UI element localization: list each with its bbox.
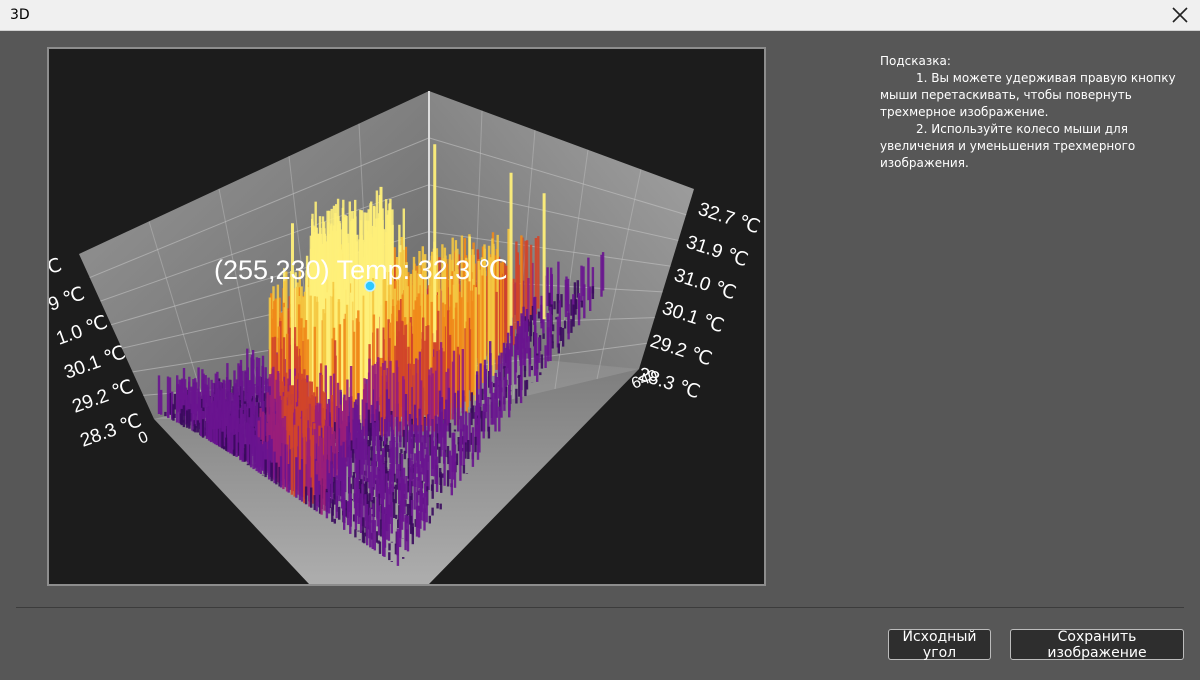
3d-plot-viewport[interactable]: 32.7 ℃ 31.9 ℃ 31.0 ℃ 30.1 ℃ 29.2 ℃ 28.3 ℃ ℃ 9 …	[47, 47, 766, 586]
hint-item-2: 2. Используйте колесо мыши для увеличени…	[880, 122, 1136, 170]
3d-surface-plot[interactable]: 32.7 ℃31.9 ℃31.0 ℃30.1 ℃29.2 ℃28.3 ℃ ℃9 …	[49, 49, 764, 584]
right-axis-label: 31.9 ℃	[683, 232, 750, 272]
left-axis-label: 9 ℃	[49, 283, 88, 315]
hint-heading: Подсказка:	[880, 54, 951, 68]
x-axis-min-label: 0	[136, 429, 151, 448]
close-icon	[1172, 7, 1188, 23]
right-axis-label: 31.0 ℃	[671, 265, 738, 305]
reset-angle-button[interactable]: Исходный угол	[888, 629, 991, 661]
hint-item-1: 1. Вы можете удерживая правую кнопку мыш…	[880, 71, 1176, 119]
tooltip-marker	[364, 280, 376, 292]
left-axis-label: 29.2 ℃	[70, 376, 137, 417]
close-button[interactable]	[1168, 3, 1192, 27]
tooltip-text: (255,230) Temp: 32.3 ℃	[214, 255, 508, 285]
right-axis-label: 29.2 ℃	[647, 331, 714, 371]
title-bar: 3D	[0, 0, 1200, 31]
window-title: 3D	[10, 7, 30, 23]
left-axis-label: 1.0 ℃	[54, 312, 111, 350]
left-axis-label: 28.3 ℃	[78, 410, 145, 451]
divider	[16, 607, 1184, 608]
right-axis-label: 30.1 ℃	[659, 298, 726, 338]
hint-panel: Подсказка: 1. Вы можете удерживая правую…	[880, 53, 1180, 172]
save-image-button[interactable]: Сохранить изображение	[1010, 629, 1184, 661]
right-axis-label: 32.7 ℃	[695, 199, 762, 239]
left-axis-label: 30.1 ℃	[62, 342, 129, 383]
left-axis-label: ℃	[49, 255, 65, 282]
